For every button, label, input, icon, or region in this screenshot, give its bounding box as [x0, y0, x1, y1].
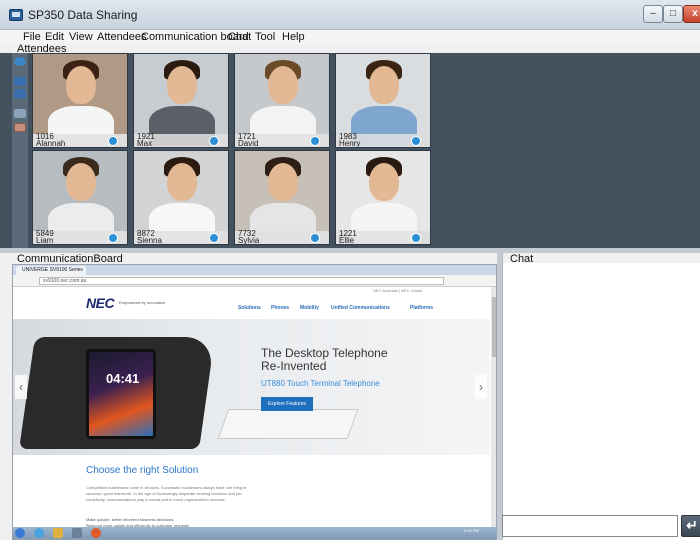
attendee-tile[interactable]: 8872 Sienna: [133, 150, 229, 245]
window-title: SP350 Data Sharing: [28, 8, 138, 22]
layout-icon[interactable]: [14, 77, 26, 86]
attendee-tile[interactable]: 1721 David: [234, 53, 330, 148]
chat-header: Chat: [503, 253, 700, 265]
attendee-name: Sienna: [137, 236, 162, 245]
call-status-icon[interactable]: [411, 233, 421, 243]
attendee-tile[interactable]: 5849 Liam: [32, 150, 128, 245]
browser-toolbar: sv9100.nec.com.au: [13, 275, 496, 287]
call-status-icon[interactable]: [108, 136, 118, 146]
chrome-icon[interactable]: [91, 528, 101, 538]
attendee-face: [268, 163, 298, 201]
address-bar[interactable]: sv9100.nec.com.au: [39, 277, 444, 285]
attendee-tile[interactable]: 1983 Henry: [335, 53, 431, 148]
keyboard-image: [217, 409, 359, 439]
menu-tool[interactable]: Tool: [255, 31, 275, 43]
attendee-tile[interactable]: 1221 Ellie: [335, 150, 431, 245]
call-status-icon[interactable]: [108, 233, 118, 243]
menu-file[interactable]: File: [23, 31, 41, 43]
menu-help[interactable]: Help: [282, 31, 305, 43]
brand-tagline: Empowered by Innovation: [119, 300, 166, 305]
hero-subtitle: UT880 Touch Terminal Telephone: [261, 379, 380, 388]
carousel-next-icon[interactable]: ›: [475, 375, 487, 399]
folder-icon[interactable]: [53, 528, 63, 538]
chat-panel: Chat: [502, 253, 700, 540]
title-bar: SP350 Data Sharing – □ x: [0, 0, 700, 30]
call-status-icon[interactable]: [209, 136, 219, 146]
attendee-name: Liam: [36, 236, 54, 245]
browser-tab-strip: UNIVERGE SV9100 Series: [13, 265, 496, 275]
attendee-name: David: [238, 139, 259, 148]
refresh-icon[interactable]: [14, 57, 26, 66]
top-links[interactable]: NEC Australia | NEC Global: [373, 288, 422, 293]
attendee-name: Max: [137, 139, 153, 148]
nav-solutions[interactable]: Solutions: [238, 305, 261, 311]
menu-edit[interactable]: Edit: [45, 31, 64, 43]
taskbar-clock: 2:39 PM: [464, 528, 479, 533]
nav-unified-communications[interactable]: Unified Communications: [331, 305, 390, 311]
attendee-tile[interactable]: 1921 Max: [133, 53, 229, 148]
shared-screen[interactable]: UNIVERGE SV9100 Series sv9100.nec.com.au…: [12, 264, 497, 540]
call-status-icon[interactable]: [310, 136, 320, 146]
list-icon[interactable]: [14, 109, 26, 118]
grid-icon[interactable]: [14, 89, 26, 98]
maximize-button[interactable]: □: [663, 5, 683, 23]
minimize-button[interactable]: –: [643, 5, 663, 23]
solutions-bullet: Make quicker, better informed business d…: [86, 517, 174, 522]
hero-title: The Desktop Telephone Re-Invented: [261, 347, 388, 373]
shared-taskbar: 2:39 PM: [12, 527, 497, 539]
nec-logo: NEC: [86, 295, 115, 311]
attendee-face: [66, 163, 96, 201]
attendee-face: [167, 163, 197, 201]
attendees-toolbar: [12, 53, 28, 248]
menu-chat[interactable]: Chat: [228, 31, 251, 43]
explore-features-button[interactable]: Explore Features: [261, 397, 313, 411]
nav-platforms[interactable]: Platforms: [410, 305, 433, 311]
attendee-name: Henry: [339, 139, 361, 148]
attendee-face: [369, 66, 399, 104]
app-window: SP350 Data Sharing – □ x File Edit View …: [0, 0, 700, 540]
solutions-paragraph: Competitive businesses come in all sizes…: [86, 485, 247, 502]
attendee-face: [369, 163, 399, 201]
hero-title-line-2: Re-Invented: [261, 359, 327, 373]
nav-phones[interactable]: Phones: [271, 305, 289, 311]
phone-screen-image: [86, 349, 156, 439]
hero-banner: 04:41 The Desktop Telephone Re-Invented …: [13, 319, 490, 455]
nav-mobility[interactable]: Mobility: [300, 305, 319, 311]
menu-bar: File Edit View Attendees Communication b…: [0, 30, 700, 44]
browser-icon[interactable]: [34, 528, 44, 538]
send-message-button[interactable]: ↵: [681, 515, 700, 537]
solutions-heading: Choose the right Solution: [86, 465, 199, 476]
attendee-face: [268, 66, 298, 104]
attendee-tile[interactable]: 7732 Sylvia: [234, 150, 330, 245]
close-button[interactable]: x: [683, 5, 700, 23]
call-status-icon[interactable]: [209, 233, 219, 243]
chat-message-input[interactable]: [502, 515, 678, 537]
phone-screen-time: 04:41: [106, 371, 140, 386]
menu-attendees[interactable]: Attendees: [97, 31, 147, 43]
panel-icon[interactable]: [14, 123, 26, 132]
call-status-icon[interactable]: [310, 233, 320, 243]
carousel-prev-icon[interactable]: ‹: [15, 375, 27, 399]
attendee-tile[interactable]: 1016 Alannah: [32, 53, 128, 148]
app-icon: [9, 9, 23, 21]
start-icon[interactable]: [15, 528, 25, 538]
attendee-name: Alannah: [36, 139, 66, 148]
browser-tab[interactable]: UNIVERGE SV9100 Series: [16, 266, 86, 275]
chat-label: Chat: [510, 253, 534, 265]
attendee-name: Ellie: [339, 236, 355, 245]
attendee-name: Sylvia: [238, 236, 260, 245]
menu-view[interactable]: View: [69, 31, 93, 43]
call-status-icon[interactable]: [411, 136, 421, 146]
attendee-face: [66, 66, 96, 104]
app-icon[interactable]: [72, 528, 82, 538]
attendee-face: [167, 66, 197, 104]
